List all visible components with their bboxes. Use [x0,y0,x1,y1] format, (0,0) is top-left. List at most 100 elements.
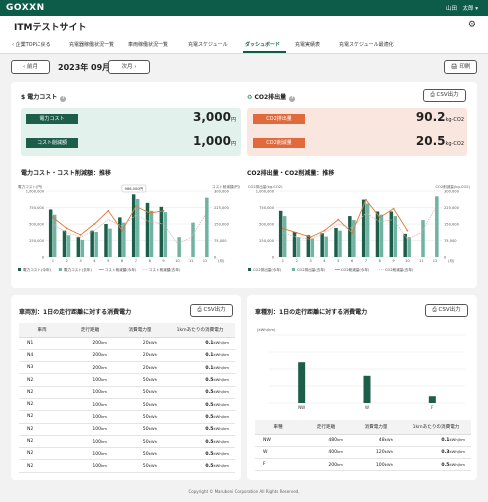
tab-charger-status[interactable]: 充電器稼働状況一覧 [69,41,114,48]
leaf-icon: ♻ [247,94,253,101]
co2-reduction-label-badge: CO2削減量 [253,138,305,148]
active-tab-indicator [243,51,286,53]
vehicle-table-row: N2 100km 50kWh 0.5kWh/km [19,386,235,399]
co2-csv-button[interactable]: ⎙ CSV出力 [423,89,466,102]
y-right-tick-label: 0 [444,255,447,259]
cell-per-km: 0.5kWh/km [165,410,235,424]
bar-電力コスト(去年) [52,214,57,257]
col-header: 消費電力量 [115,323,165,338]
x-tick-label: 10 [405,259,410,263]
cell-per-km: 0.1kWh/km [165,337,235,350]
x-tick-label: NW [298,405,305,410]
point-CO2削減量(今年) [406,229,409,232]
cell-per-km: 0.5kWh/km [165,459,235,473]
col-header: 走行距離 [65,323,115,338]
y-axis-right-label: コスト削減額(円) [212,184,241,189]
cell-energy: 50kWh [115,423,165,436]
cell-distance: 100km [65,386,115,399]
y-axis-label: (kWh/km) [257,327,276,332]
cell-per-km: 0.5kWh/km [165,386,235,399]
bar-電力コスト(今年) [90,230,94,257]
cell-energy: 50kWh [115,459,165,473]
vehicle-table-row: N2 100km 50kWh 0.5kWh/km [19,459,235,473]
type-table-row: W 400km 120kWh 0.3kWh/km [255,446,471,460]
type-csv-button[interactable]: ⎙ CSV出力 [425,304,468,317]
y-tick-label: 500,000 [259,222,275,226]
x-tick-label: 11 [189,259,194,263]
bar-CO2排出量(今年) [320,233,324,257]
bar-W [363,375,371,403]
x-tick-label: 8 [379,259,382,263]
vehicle-table-title: 車両別：1日の走行距離に対する消費電力 [19,309,132,316]
tab-charge-results[interactable]: 充電実績表 [295,41,320,48]
vehicle-table-row: N2 100km 50kWh 0.5kWh/km [19,373,235,387]
point-コスト削減額(今年) [162,209,165,212]
x-tick-label: 1 [282,259,284,263]
cell-name: N2 [19,373,65,387]
type-table-row: F 200km 100kWh 0.5kWh/km [255,458,471,472]
print-button[interactable]: 🖨 印刷 [444,60,477,74]
y-tick-label: 0 [42,255,45,259]
y-right-tick-label: 75,000 [444,239,457,243]
vehicle-csv-button[interactable]: ⎙ CSV出力 [190,304,233,317]
tab-dashboard[interactable]: ダッシュボード [245,41,280,48]
legend-label: CO2削減量(去年) [385,267,414,272]
col-header: 車両 [19,323,65,338]
cell-distance: 100km [65,459,115,473]
y-right-tick-label: 225,000 [444,206,460,210]
cell-per-km: 0.3kWh/km [401,446,471,460]
gear-icon[interactable]: ⚙ [468,20,476,30]
next-month-button[interactable]: 次月 › [108,60,150,74]
bar-CO2排出量(去年) [324,236,328,257]
line-CO2削減量(今年) [282,198,408,238]
y-right-tick-label: 300,000 [214,189,230,193]
bar-電力コスト(今年) [104,224,108,257]
tooltip-text: 986,000円 [125,187,144,191]
cell-name: N2 [19,459,65,473]
co2-trend-chart: CO2排出量(kg-CO2) CO2削減量(kg-CO2)1,000,000750… [248,184,471,272]
cost-label-badge: 電力コスト [26,114,78,124]
cell-distance: 200km [65,349,115,363]
legend-swatch [58,268,62,271]
bar-CO2排出量(今年) [375,211,380,257]
cost-value: 3,000円 [193,110,236,124]
tab-charge-schedule[interactable]: 充電スケジュール [188,41,228,48]
download-icon: ⎙ [432,307,437,313]
bar-電力コスト(去年) [66,235,71,257]
saving-value: 1,000円 [193,134,236,148]
back-to-company-top-link[interactable]: ‹ 企業TOPに戻る [12,41,51,48]
user-menu[interactable]: 山田 太郎 ▾ [446,4,478,12]
help-icon: ? [289,96,296,102]
co2-value: 90.2kg-CO2 [415,110,464,124]
x-tick-label: 12 [433,259,438,263]
point-コスト削減額(今年) [121,229,123,232]
type-table-row: NW 480km 48kWh 0.1kWh/km [255,434,471,447]
bar-電力コスト(去年) [94,231,98,257]
bar-CO2排出量(今年) [334,227,338,257]
co2-label-badge: CO2排出量 [253,114,305,124]
x-unit-label: (月) [218,258,225,263]
logo[interactable]: GOXXN [6,3,45,13]
tab-vehicle-status[interactable]: 車両稼働状況一覧 [128,41,168,48]
cell-energy: 20kWh [115,349,165,363]
cell-distance: 200km [65,361,115,375]
vehicle-table-row: N4 200km 20kWh 0.1kWh/km [19,349,235,363]
x-tick-label: 7 [135,259,137,263]
x-tick-label: W [365,405,369,410]
co2-reduction-value: 20.5kg-CO2 [415,134,464,148]
tab-schedule-optimization[interactable]: 充電スケジュール最適化 [339,41,394,48]
y-right-tick-label: 300,000 [444,189,460,193]
cell-name: F [255,458,301,472]
x-unit-label: (月) [448,258,455,263]
download-icon: ⎙ [197,307,202,313]
cell-energy: 100kWh [351,458,401,472]
bar-CO2排出量(去年) [379,214,384,257]
bar-電力コスト(今年) [48,209,53,257]
x-tick-label: 10 [175,259,180,263]
x-tick-label: 3 [309,259,311,263]
point-コスト削減額(今年) [79,234,82,236]
cell-energy: 50kWh [115,435,165,449]
col-header: 車種 [255,420,301,435]
prev-month-button[interactable]: ‹ 前月 [11,60,50,74]
cell-distance: 100km [65,423,115,436]
